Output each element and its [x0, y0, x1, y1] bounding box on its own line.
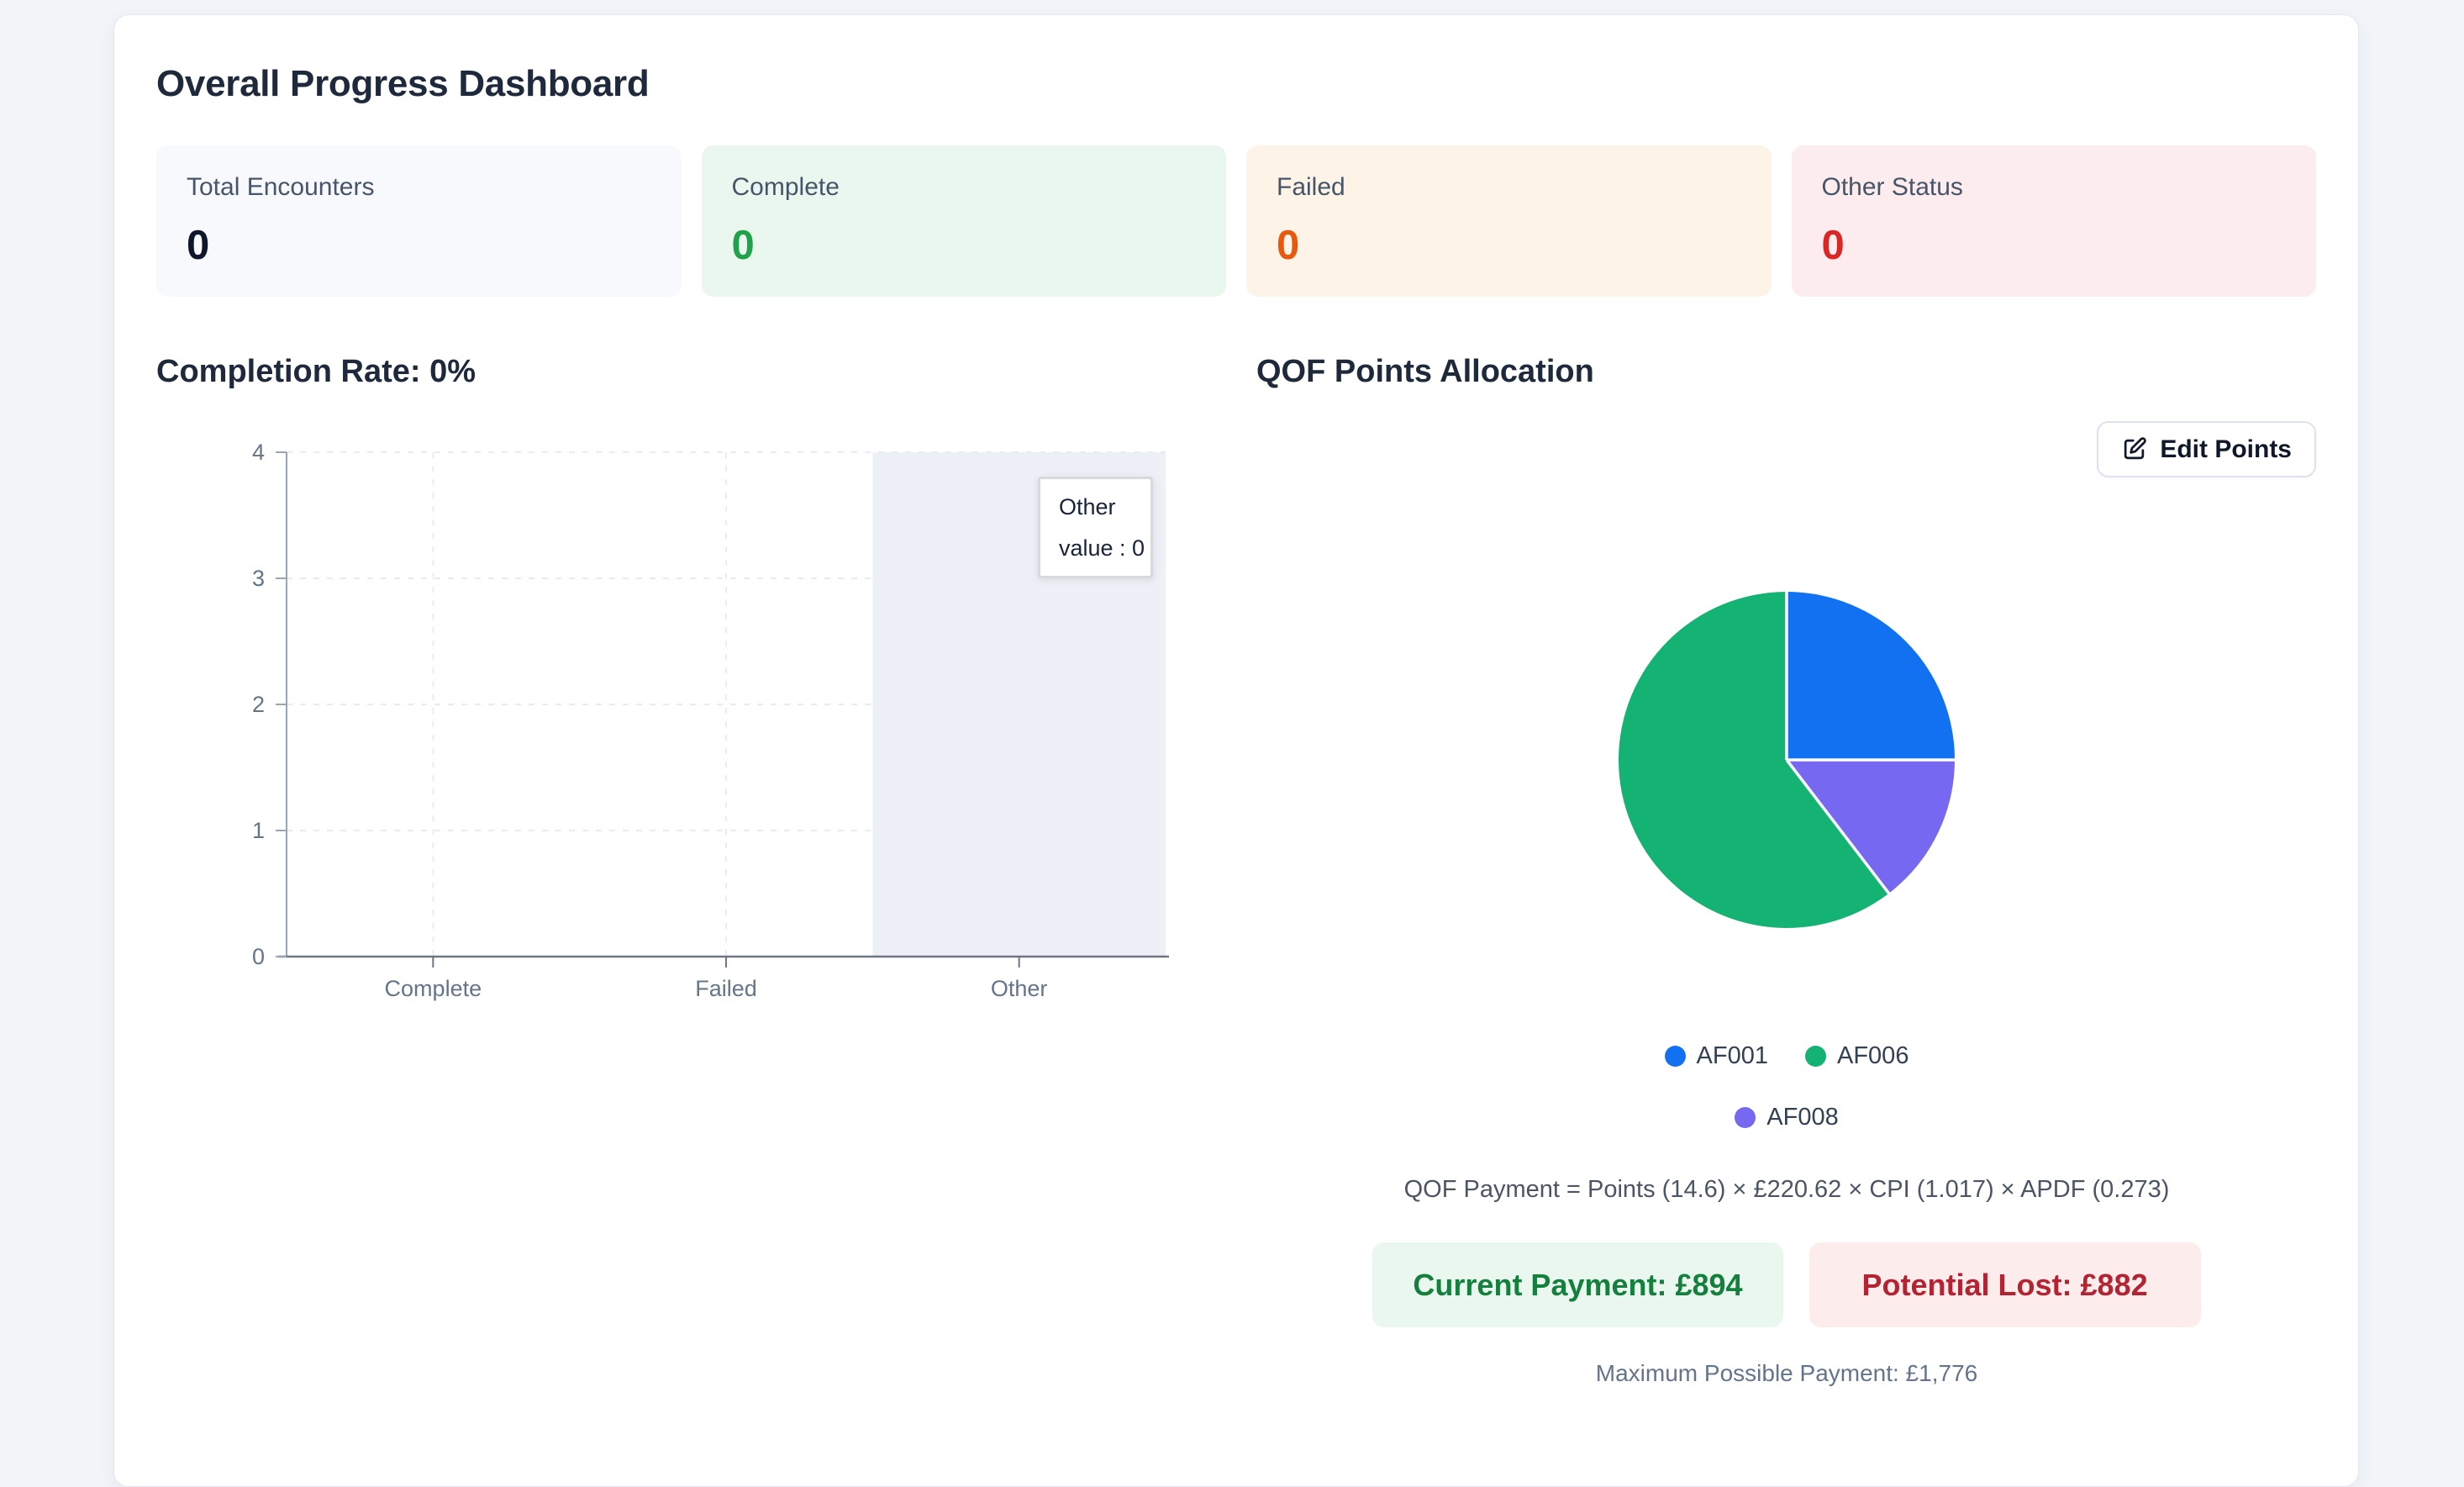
qof-payment-formula: QOF Payment = Points (14.6) × £220.62 × … [1403, 1176, 2170, 1203]
current-payment-badge: Current Payment: £894 [1372, 1242, 1783, 1327]
stat-card-failed: Failed 0 [1246, 145, 1772, 297]
qof-title: QOF Points Allocation [1256, 354, 1594, 389]
legend-label: AF008 [1766, 1103, 1839, 1131]
edit-points-label: Edit Points [2160, 435, 2292, 463]
legend-item-AF008[interactable]: AF008 [1735, 1098, 1839, 1136]
x-axis-category-label: Other [991, 976, 1048, 1001]
stat-value: 0 [731, 223, 755, 268]
legend-item-AF006[interactable]: AF006 [1805, 1036, 1909, 1075]
legend-dot [1805, 1045, 1826, 1067]
y-axis-tick-label: 3 [252, 566, 265, 591]
stat-label: Failed [1277, 173, 1345, 201]
pie-legend: AF001 AF006 AF008 [1619, 1036, 1955, 1136]
legend-dot [1664, 1045, 1686, 1067]
pie-divider [1785, 758, 1890, 894]
stat-value: 0 [187, 223, 210, 268]
stat-card-other-status: Other Status 0 [1791, 145, 2316, 297]
legend-label: AF006 [1837, 1041, 1909, 1069]
stat-card-total-encounters: Total Encounters 0 [156, 145, 682, 297]
legend-dot [1735, 1106, 1756, 1128]
stat-card-complete: Complete 0 [701, 145, 1226, 297]
stats-row: Total Encounters 0 Complete 0 Failed 0 O… [156, 145, 2316, 297]
stat-label: Total Encounters [187, 173, 375, 201]
stat-label: Complete [731, 173, 840, 201]
completion-bar-chart: 0 1 2 3 4 Complete Failed Other Other value : 0 [156, 438, 1207, 1018]
chart-tooltip: Other value : 0 [1038, 477, 1153, 578]
edit-icon [2124, 437, 2147, 460]
y-axis-tick-label: 4 [252, 440, 265, 465]
dashboard-card: Overall Progress Dashboard Total Encount… [113, 14, 2359, 1487]
stat-label: Other Status [1821, 173, 1963, 201]
page-background: { "page": { "background": "#f1f4f9" }, "… [0, 0, 2464, 1487]
page-title: Overall Progress Dashboard [156, 63, 650, 104]
qof-pie-chart [1619, 592, 1955, 928]
stat-value: 0 [1277, 223, 1300, 268]
legend-item-AF001[interactable]: AF001 [1664, 1036, 1768, 1075]
y-axis-tick-label: 2 [252, 692, 265, 717]
tooltip-title: Other [1059, 494, 1116, 519]
edit-points-button[interactable]: Edit Points [2097, 421, 2316, 477]
stat-value: 0 [1821, 223, 1845, 268]
x-axis-category-label: Complete [385, 976, 482, 1001]
completion-rate-title: Completion Rate: 0% [156, 354, 476, 389]
payment-row: Current Payment: £894 Potential Lost: £8… [1256, 1242, 2317, 1327]
max-payment-note: Maximum Possible Payment: £1,776 [1595, 1360, 1978, 1386]
potential-lost-badge: Potential Lost: £882 [1809, 1242, 2201, 1327]
legend-label: AF001 [1696, 1041, 1768, 1069]
x-axis-category-label: Failed [695, 976, 757, 1001]
y-axis-tick-label: 0 [252, 944, 265, 969]
pie-slice-dividers [1785, 592, 1955, 894]
tooltip-value: value : 0 [1059, 535, 1145, 561]
y-axis-tick-label: 1 [252, 818, 265, 843]
